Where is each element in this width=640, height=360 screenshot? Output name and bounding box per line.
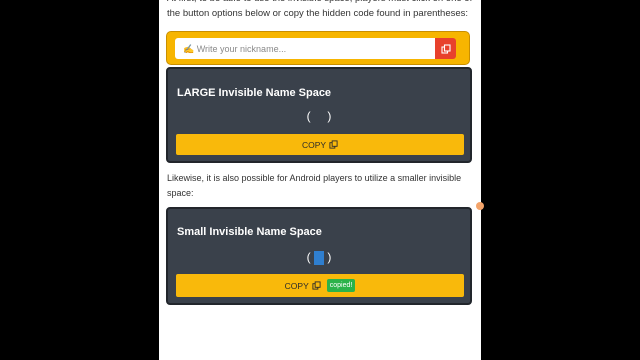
invisible-space-characters[interactable] — [314, 110, 324, 124]
nickname-bar — [166, 31, 470, 65]
close-paren: ) — [327, 109, 332, 123]
large-space-panel: LARGE Invisible Name Space ( ) COPY — [166, 67, 472, 163]
nickname-input[interactable] — [175, 38, 435, 59]
article-page: At first, to be able to use the invisibl… — [159, 0, 481, 360]
copy-icon — [312, 281, 321, 290]
copy-button-label: COPY — [301, 139, 327, 150]
small-space-title: Small Invisible Name Space — [177, 226, 322, 238]
selected-invisible-space[interactable] — [314, 250, 324, 265]
intro-paragraph: At first, to be able to use the invisibl… — [167, 0, 472, 19]
android-paragraph: Likewise, it is also possible for Androi… — [167, 173, 462, 198]
scroll-indicator — [476, 202, 484, 210]
small-space-code[interactable]: ( ) — [168, 250, 470, 265]
nickname-copy-button[interactable] — [435, 38, 456, 59]
large-copy-button[interactable]: COPY — [176, 134, 464, 155]
small-space-panel: Small Invisible Name Space ( ) COPY copi… — [166, 207, 472, 305]
copy-button-label: COPY — [284, 280, 309, 291]
large-space-title: LARGE Invisible Name Space — [177, 87, 332, 99]
copy-icon — [329, 140, 338, 149]
open-paren: ( — [306, 109, 311, 123]
copy-icon — [440, 43, 451, 54]
small-copy-button[interactable]: COPY copied! — [176, 274, 464, 297]
large-space-code[interactable]: ( ) — [168, 109, 470, 124]
copied-badge: copied! — [326, 279, 356, 292]
close-paren: ) — [327, 250, 332, 264]
open-paren: ( — [306, 250, 311, 264]
